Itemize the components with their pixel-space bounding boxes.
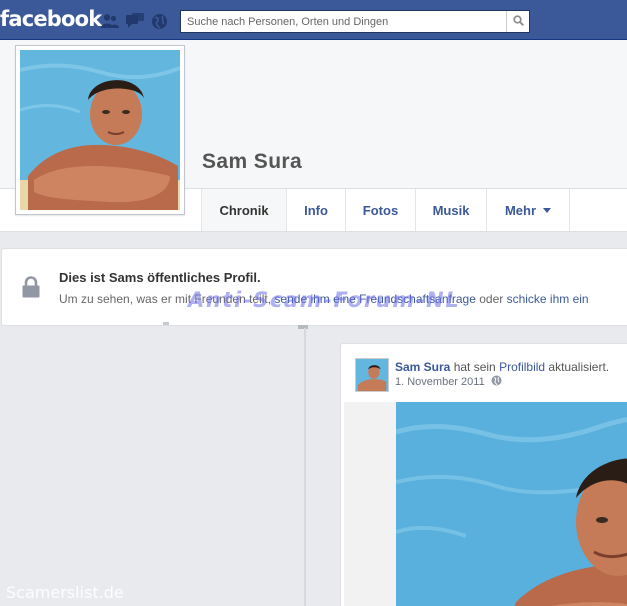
post-photo[interactable] bbox=[396, 402, 627, 606]
profile-photo bbox=[20, 50, 180, 210]
post-author-avatar[interactable] bbox=[355, 358, 389, 392]
watermark-text: Anti-Scam-Forum-NL bbox=[188, 288, 461, 312]
post-photo-container bbox=[344, 402, 627, 606]
post-date: 1. November 2011 bbox=[395, 375, 502, 389]
friends-icon[interactable] bbox=[101, 13, 119, 29]
send-message-link[interactable]: schicke ihm ein bbox=[507, 292, 589, 306]
public-profile-notice: Dies ist Sams öffentliches Profil. Um zu… bbox=[1, 248, 627, 326]
tab-info[interactable]: Info bbox=[286, 189, 345, 231]
profile-picture[interactable] bbox=[15, 45, 185, 215]
timeline-line bbox=[304, 328, 306, 606]
tab-mehr[interactable]: Mehr bbox=[486, 189, 570, 231]
watermark-bottom-text: Scamerslist.de bbox=[6, 583, 124, 602]
facebook-logo[interactable]: facebook bbox=[0, 7, 102, 31]
caret-down-icon bbox=[543, 207, 552, 213]
post-timestamp[interactable]: 1. November 2011 bbox=[395, 376, 485, 388]
tab-chronik[interactable]: Chronik bbox=[201, 189, 286, 231]
search-input[interactable] bbox=[181, 11, 507, 32]
globe-icon[interactable] bbox=[151, 13, 167, 29]
tab-fotos[interactable]: Fotos bbox=[345, 189, 415, 231]
notice-title: Dies ist Sams öffentliches Profil. bbox=[59, 270, 261, 285]
search-button[interactable] bbox=[506, 11, 529, 32]
profile-name[interactable]: Sam Sura bbox=[202, 150, 302, 174]
divider-mark bbox=[298, 325, 308, 329]
post-author-link[interactable]: Sam Sura bbox=[395, 360, 450, 374]
lock-icon bbox=[21, 276, 41, 301]
tab-musik[interactable]: Musik bbox=[415, 189, 486, 231]
search-box bbox=[180, 10, 530, 33]
messages-icon[interactable] bbox=[126, 13, 144, 29]
profile-picture-link[interactable]: Profilbild bbox=[499, 360, 545, 374]
timeline-post: Sam Sura hat sein Profilbild aktualisier… bbox=[340, 343, 627, 606]
divider-mark bbox=[163, 322, 169, 325]
post-headline: Sam Sura hat sein Profilbild aktualisier… bbox=[395, 360, 610, 374]
search-icon bbox=[512, 14, 524, 29]
globe-privacy-icon[interactable] bbox=[491, 375, 502, 389]
top-bar: facebook bbox=[0, 0, 627, 40]
